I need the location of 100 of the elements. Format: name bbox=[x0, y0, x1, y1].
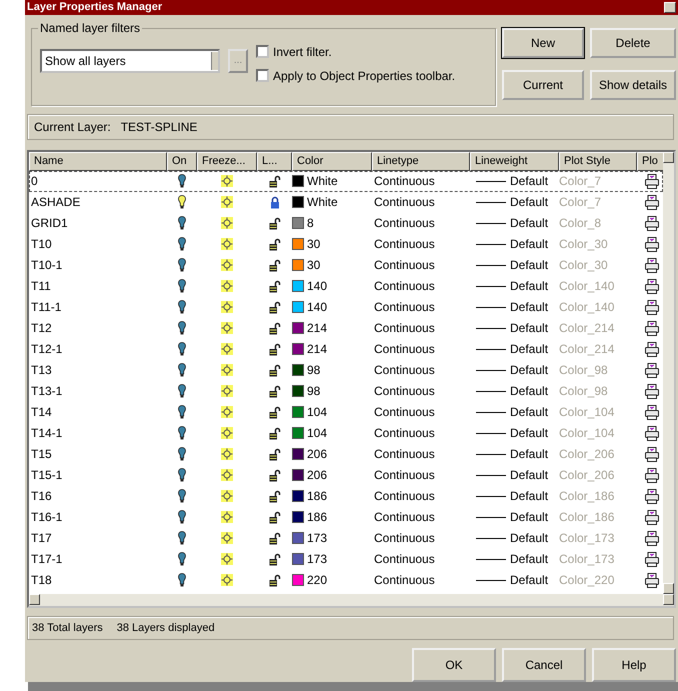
layer-row[interactable]: GRID1 8 Continuous Default Color_8 bbox=[29, 212, 663, 234]
show-details-button[interactable]: Show details bbox=[590, 70, 676, 100]
color-swatch[interactable] bbox=[292, 175, 304, 188]
open-lock-icon[interactable] bbox=[268, 532, 280, 545]
open-lock-icon[interactable] bbox=[268, 364, 280, 377]
checkbox[interactable] bbox=[256, 69, 269, 82]
color-swatch[interactable] bbox=[292, 343, 304, 356]
sun-icon[interactable] bbox=[221, 406, 233, 418]
printer-icon[interactable] bbox=[645, 342, 659, 357]
color-swatch[interactable] bbox=[292, 259, 304, 272]
open-lock-icon[interactable] bbox=[268, 322, 280, 335]
layer-row[interactable]: T10-1 30 Continuous Default Color_30 bbox=[29, 254, 663, 276]
column-header[interactable]: L... bbox=[257, 152, 292, 171]
color-swatch[interactable] bbox=[292, 448, 304, 460]
printer-icon[interactable] bbox=[645, 426, 659, 441]
light-bulb-icon[interactable] bbox=[178, 489, 186, 504]
printer-icon[interactable] bbox=[645, 216, 659, 231]
color-swatch[interactable] bbox=[292, 553, 304, 566]
light-bulb-icon[interactable] bbox=[178, 573, 186, 588]
ok-button[interactable]: OK bbox=[412, 648, 496, 682]
light-bulb-icon[interactable] bbox=[178, 237, 186, 252]
printer-icon[interactable] bbox=[645, 384, 659, 399]
sun-icon[interactable] bbox=[221, 490, 233, 502]
column-header[interactable]: Plot Style bbox=[559, 152, 637, 171]
light-bulb-icon[interactable] bbox=[178, 384, 186, 398]
layer-row[interactable]: T15-1 206 Continuous Default Color_206 bbox=[29, 464, 663, 486]
light-bulb-icon[interactable] bbox=[178, 531, 186, 546]
new-button[interactable]: New bbox=[502, 28, 584, 58]
layer-row[interactable]: T10 30 Continuous Default Color_30 bbox=[29, 234, 663, 255]
printer-icon[interactable] bbox=[645, 446, 659, 462]
open-lock-icon[interactable] bbox=[268, 384, 280, 398]
sun-icon[interactable] bbox=[221, 301, 233, 314]
column-header[interactable]: Lineweight bbox=[470, 152, 559, 171]
sun-icon[interactable] bbox=[221, 238, 233, 250]
filter-dropdown[interactable]: Show all layers bbox=[40, 48, 220, 73]
layer-row[interactable]: T16-1 186 Continuous Default Color_186 bbox=[29, 506, 663, 528]
closed-lock-icon[interactable] bbox=[270, 196, 280, 209]
layer-row[interactable]: T17-1 173 Continuous Default Color_173 bbox=[29, 548, 663, 570]
sun-icon[interactable] bbox=[221, 259, 233, 272]
cancel-button[interactable]: Cancel bbox=[502, 648, 586, 682]
open-lock-icon[interactable] bbox=[268, 300, 280, 314]
sun-icon[interactable] bbox=[221, 322, 233, 334]
open-lock-icon[interactable] bbox=[268, 258, 280, 272]
layer-row[interactable]: T17 173 Continuous Default Color_173 bbox=[29, 528, 663, 549]
printer-icon[interactable] bbox=[645, 278, 659, 294]
light-bulb-icon[interactable] bbox=[178, 552, 186, 566]
color-swatch[interactable] bbox=[292, 469, 304, 482]
light-bulb-icon[interactable] bbox=[178, 363, 186, 378]
light-bulb-icon[interactable] bbox=[178, 258, 186, 272]
color-swatch[interactable] bbox=[292, 364, 304, 376]
light-bulb-icon[interactable] bbox=[178, 195, 186, 210]
layer-row[interactable]: T12-1 214 Continuous Default Color_214 bbox=[29, 338, 663, 360]
sun-icon[interactable] bbox=[221, 511, 233, 524]
printer-icon[interactable] bbox=[645, 320, 659, 336]
sun-icon[interactable] bbox=[221, 175, 233, 188]
light-bulb-icon[interactable] bbox=[178, 447, 186, 462]
light-bulb-icon[interactable] bbox=[178, 468, 186, 482]
color-swatch[interactable] bbox=[292, 511, 304, 524]
help-button[interactable]: Help bbox=[592, 648, 676, 682]
printer-icon[interactable] bbox=[645, 488, 659, 504]
light-bulb-icon[interactable] bbox=[178, 510, 186, 524]
open-lock-icon[interactable] bbox=[268, 574, 280, 587]
layer-row[interactable]: T13 98 Continuous Default Color_98 bbox=[29, 360, 663, 381]
open-lock-icon[interactable] bbox=[268, 510, 280, 524]
sun-icon[interactable] bbox=[221, 469, 233, 482]
column-header[interactable]: Name bbox=[29, 152, 167, 171]
color-swatch[interactable] bbox=[292, 427, 304, 440]
sun-icon[interactable] bbox=[221, 196, 233, 208]
open-lock-icon[interactable] bbox=[268, 448, 280, 461]
open-lock-icon[interactable] bbox=[268, 342, 280, 356]
light-bulb-icon[interactable] bbox=[178, 405, 186, 420]
sun-icon[interactable] bbox=[221, 574, 233, 586]
title-bar-button[interactable] bbox=[664, 2, 676, 13]
sun-icon[interactable] bbox=[221, 280, 233, 292]
open-lock-icon[interactable] bbox=[268, 406, 280, 419]
layer-row[interactable]: T14-1 104 Continuous Default Color_104 bbox=[29, 422, 663, 444]
light-bulb-icon[interactable] bbox=[178, 279, 186, 294]
printer-icon[interactable] bbox=[645, 236, 659, 252]
layer-row[interactable]: T11-1 140 Continuous Default Color_140 bbox=[29, 296, 663, 318]
open-lock-icon[interactable] bbox=[268, 174, 280, 188]
printer-icon[interactable] bbox=[645, 530, 659, 546]
column-header[interactable]: Linetype bbox=[372, 152, 470, 171]
printer-icon[interactable] bbox=[645, 572, 659, 588]
printer-icon[interactable] bbox=[645, 510, 659, 525]
open-lock-icon[interactable] bbox=[268, 280, 280, 293]
sun-icon[interactable] bbox=[221, 427, 233, 440]
delete-button[interactable]: Delete bbox=[590, 28, 676, 58]
color-swatch[interactable] bbox=[292, 490, 304, 502]
light-bulb-icon[interactable] bbox=[178, 174, 186, 188]
sun-icon[interactable] bbox=[221, 385, 233, 398]
color-swatch[interactable] bbox=[292, 217, 304, 230]
layer-row[interactable]: 0 White Continuous Default Color_7 bbox=[29, 170, 663, 192]
printer-icon[interactable] bbox=[645, 300, 659, 315]
current-button[interactable]: Current bbox=[502, 70, 584, 100]
sun-icon[interactable] bbox=[221, 532, 233, 544]
sun-icon[interactable] bbox=[221, 343, 233, 356]
color-swatch[interactable] bbox=[292, 196, 304, 208]
light-bulb-icon[interactable] bbox=[178, 426, 186, 440]
layer-row[interactable]: T12 214 Continuous Default Color_214 bbox=[29, 318, 663, 339]
open-lock-icon[interactable] bbox=[268, 426, 280, 440]
